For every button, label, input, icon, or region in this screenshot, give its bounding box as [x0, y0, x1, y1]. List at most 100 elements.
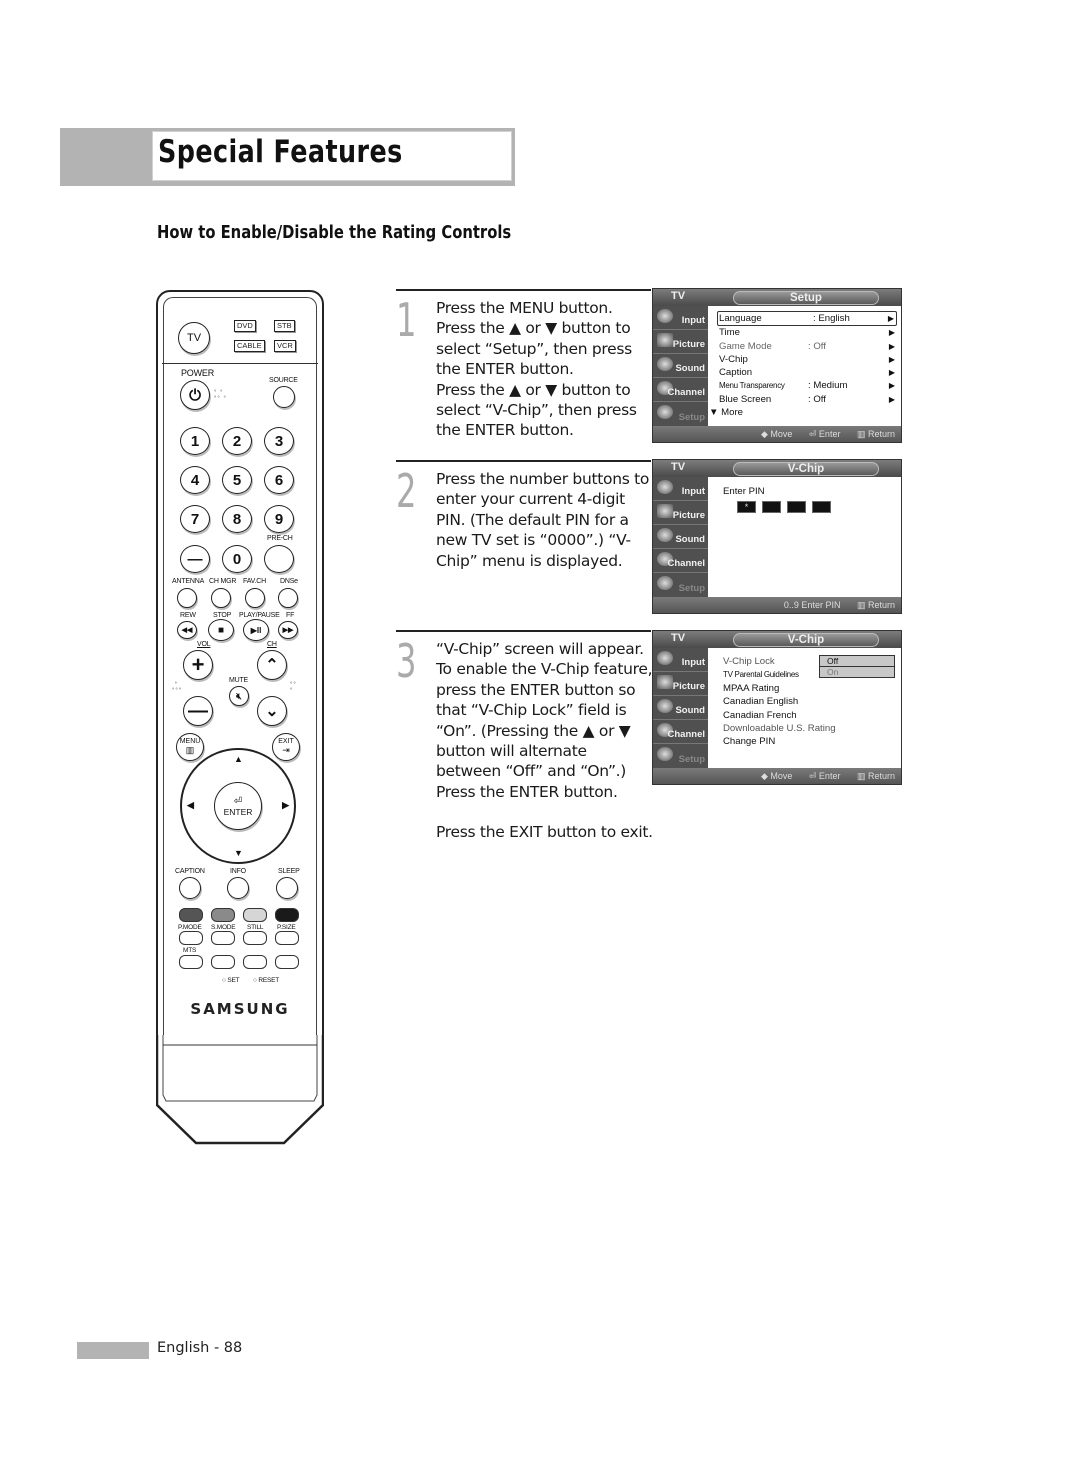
pre-ch-button[interactable] [264, 545, 294, 573]
ch-mgr-button[interactable] [211, 588, 231, 608]
canadian-english-item[interactable]: Canadian English [723, 695, 836, 708]
vchip-lock-option-on[interactable]: On [819, 666, 895, 678]
navigation-pad[interactable]: ⏎ ENTER ▲ ▼ ◀ ▶ [180, 748, 296, 864]
setup-menu-item[interactable]: Time ▶ [713, 326, 897, 339]
setup-menu-item[interactable]: Language: English ▶ [717, 311, 897, 327]
osd-sidebar-picture[interactable]: Picture [653, 501, 708, 525]
fast-forward-button[interactable]: ▶▶ [278, 621, 298, 639]
p-mode-button[interactable] [179, 931, 203, 945]
dvd-button[interactable]: DVD [234, 320, 256, 332]
osd-sidebar-input[interactable]: Input [653, 648, 708, 672]
pin-digit-4[interactable] [812, 501, 831, 513]
osd-sidebar-picture[interactable]: Picture [653, 672, 708, 696]
number-key-2[interactable]: 2 [222, 427, 252, 455]
number-key-3[interactable]: 3 [264, 427, 294, 455]
vcr-button[interactable]: VCR [274, 340, 296, 352]
osd-sidebar-picture[interactable]: Picture [653, 330, 708, 354]
osd-sidebar-channel[interactable]: Channel [653, 720, 708, 744]
left-arrow-icon[interactable]: ◀ [187, 800, 194, 811]
power-button[interactable]: ⏻ [180, 380, 210, 410]
input-icon [657, 309, 673, 323]
play-pause-icon: ▶II [250, 625, 262, 635]
channel-down-button[interactable]: ⌄ [257, 696, 287, 726]
fav-ch-button[interactable] [245, 588, 265, 608]
right-arrow-icon[interactable]: ▶ [282, 800, 289, 811]
down-arrow-icon[interactable]: ▼ [234, 848, 243, 858]
osd-sidebar-channel[interactable]: Channel [653, 549, 708, 573]
info-button[interactable] [227, 877, 249, 899]
mpaa-rating-item[interactable]: MPAA Rating [723, 682, 836, 695]
number-key-7[interactable]: 7 [180, 505, 210, 533]
number-key-6[interactable]: 6 [264, 466, 294, 494]
menu-item-label: V-Chip [719, 353, 748, 365]
dnse-button[interactable] [278, 588, 298, 608]
color-key-green[interactable] [211, 908, 235, 922]
pin-digit-2[interactable] [762, 501, 781, 513]
number-key-4[interactable]: 4 [180, 466, 210, 494]
osd-sidebar-sound[interactable]: Sound [653, 525, 708, 549]
setup-menu-item[interactable]: ▼ More [709, 406, 897, 419]
osd-sidebar-sound[interactable]: Sound [653, 696, 708, 720]
p-size-button[interactable] [275, 931, 299, 945]
setup-menu-item[interactable]: Caption ▶ [713, 366, 897, 379]
number-key-0[interactable]: 0 [222, 545, 252, 573]
play-pause-button[interactable]: ▶II [243, 619, 269, 641]
caption-button[interactable] [179, 877, 201, 899]
antenna-button[interactable] [177, 588, 197, 608]
cable-button[interactable]: CABLE [234, 340, 265, 352]
setup-menu-item[interactable]: Game Mode: Off ▶ [713, 340, 897, 353]
mts-button[interactable] [179, 955, 203, 969]
pin-digit-1[interactable]: * [737, 501, 756, 513]
number-key-8[interactable]: 8 [222, 505, 252, 533]
osd-sidebar-input[interactable]: Input [653, 306, 708, 330]
osd-sidebar-setup[interactable]: Setup [653, 744, 708, 768]
change-pin-item[interactable]: Change PIN [723, 735, 836, 748]
color-key-red[interactable] [179, 908, 203, 922]
number-key-1[interactable]: 1 [180, 427, 210, 455]
mute-button[interactable]: 🔇︎ [229, 686, 249, 706]
pin-digit-3[interactable] [787, 501, 806, 513]
osd-sidebar-setup[interactable]: Setup [653, 573, 708, 597]
return-hint: ▥ Return [856, 429, 895, 439]
volume-up-button[interactable]: + [183, 650, 213, 680]
osd-sidebar-input[interactable]: Input [653, 477, 708, 501]
number-key-9[interactable]: 9 [264, 505, 294, 533]
step-paragraph: Press the number buttons to enter your c… [436, 470, 650, 570]
tv-button[interactable]: TV [178, 322, 210, 354]
setup-menu-item[interactable]: Menu Transparency: Medium ▶ [713, 379, 897, 392]
stop-button[interactable]: ■ [208, 619, 234, 641]
canadian-french-item[interactable]: Canadian French [723, 709, 836, 722]
menu-item-label: Time [719, 327, 740, 339]
color-key-blue[interactable] [275, 908, 299, 922]
s-mode-button[interactable] [211, 931, 235, 945]
setup-menu-item[interactable]: V-Chip ▶ [713, 353, 897, 366]
set-button[interactable]: ○ SET [222, 977, 240, 984]
footer-bar [77, 1342, 149, 1359]
rewind-button[interactable]: ◀◀ [177, 621, 197, 639]
sleep-button[interactable] [276, 877, 298, 899]
menu-button[interactable]: MENU ▥ [176, 733, 204, 761]
stb-button[interactable]: STB [274, 320, 295, 332]
setup-gear-icon [657, 405, 673, 419]
source-button[interactable] [273, 386, 295, 408]
number-key-5[interactable]: 5 [222, 466, 252, 494]
channel-up-button[interactable]: ⌃ [257, 650, 287, 680]
downloadable-us-rating-item[interactable]: Downloadable U.S. Rating [723, 722, 836, 735]
blank-button-3[interactable] [275, 955, 299, 969]
volume-down-button[interactable]: — [183, 696, 213, 726]
still-button[interactable] [243, 931, 267, 945]
setup-menu-item[interactable]: Blue Screen: Off ▶ [713, 393, 897, 406]
color-key-yellow[interactable] [243, 908, 267, 922]
dash-key[interactable]: — [180, 545, 210, 573]
osd-sidebar-sound[interactable]: Sound [653, 354, 708, 378]
menu-item-value: : Off [808, 340, 826, 352]
blank-button-2[interactable] [243, 955, 267, 969]
up-arrow-icon[interactable]: ▲ [234, 754, 243, 764]
blank-button-1[interactable] [211, 955, 235, 969]
osd-sidebar-channel[interactable]: Channel [653, 378, 708, 402]
reset-button[interactable]: ○ RESET [253, 977, 279, 984]
p-mode-label: P.MODE [178, 924, 202, 931]
exit-button[interactable]: EXIT ⇥ [272, 733, 300, 761]
enter-button[interactable]: ⏎ ENTER [214, 782, 262, 830]
osd-sidebar-setup[interactable]: Setup [653, 402, 708, 426]
